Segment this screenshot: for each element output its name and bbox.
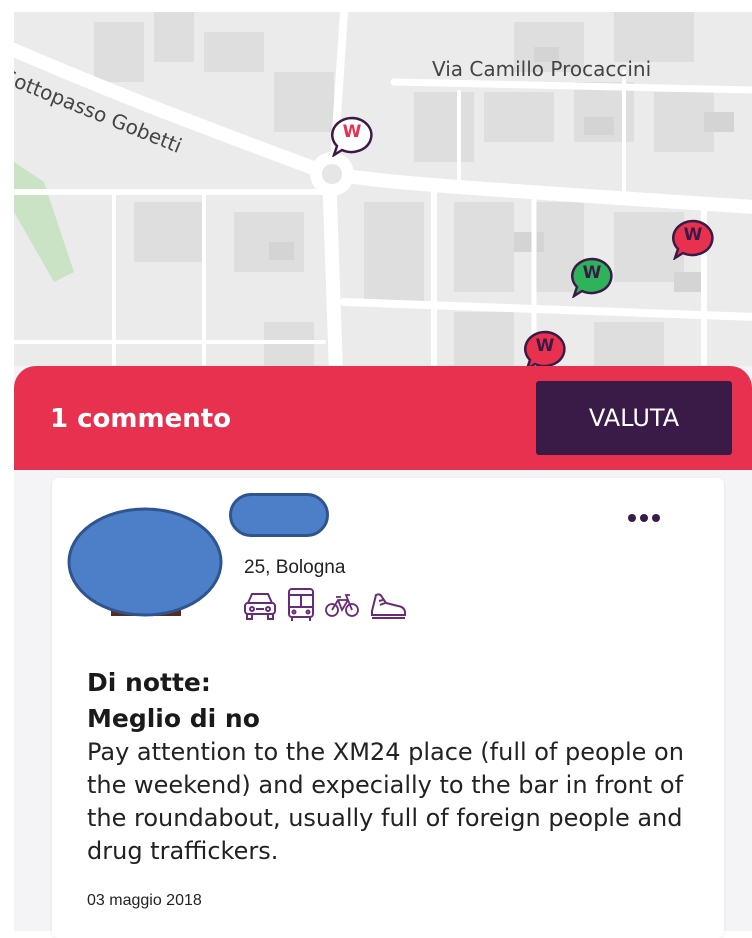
bicycle-icon: [324, 591, 360, 623]
map-view[interactable]: Sottopasso Gobetti Via Camillo Procaccin…: [14, 12, 752, 372]
map-pin-positive[interactable]: W: [569, 256, 615, 298]
comment-date: 03 maggio 2018: [87, 892, 202, 909]
comment-title-time: Di notte:: [87, 668, 211, 697]
rate-button[interactable]: VALUTA: [536, 381, 732, 455]
comments-sheet: 1 commento VALUTA 25, Bologna Di notte: …: [14, 366, 752, 938]
transport-icons: [242, 587, 408, 627]
pin-label: W: [342, 122, 362, 142]
avatar: [66, 506, 224, 624]
sheet-header[interactable]: 1 commento VALUTA: [14, 366, 752, 470]
map-pin-negative[interactable]: W: [670, 218, 716, 260]
comment-card: 25, Bologna Di notte: Meglio di no Pay a…: [52, 478, 724, 938]
username-redacted: [229, 493, 329, 537]
pin-label: W: [535, 336, 555, 356]
shoe-icon: [368, 589, 408, 625]
map-pin-negative[interactable]: W: [522, 329, 568, 371]
map-pin-neutral[interactable]: W: [329, 115, 375, 157]
bus-icon: [286, 587, 316, 627]
user-age-city: 25, Bologna: [244, 557, 346, 578]
comment-title-rating: Meglio di no: [87, 704, 260, 733]
more-options-icon[interactable]: [624, 508, 664, 528]
car-icon: [242, 589, 278, 625]
comment-body: Pay attention to the XM24 place (full of…: [87, 738, 684, 865]
comment-count: 1 commento: [50, 404, 232, 434]
pin-label: W: [582, 263, 602, 283]
street-label-procaccini: Via Camillo Procaccini: [432, 57, 652, 81]
pin-label: W: [683, 225, 703, 245]
